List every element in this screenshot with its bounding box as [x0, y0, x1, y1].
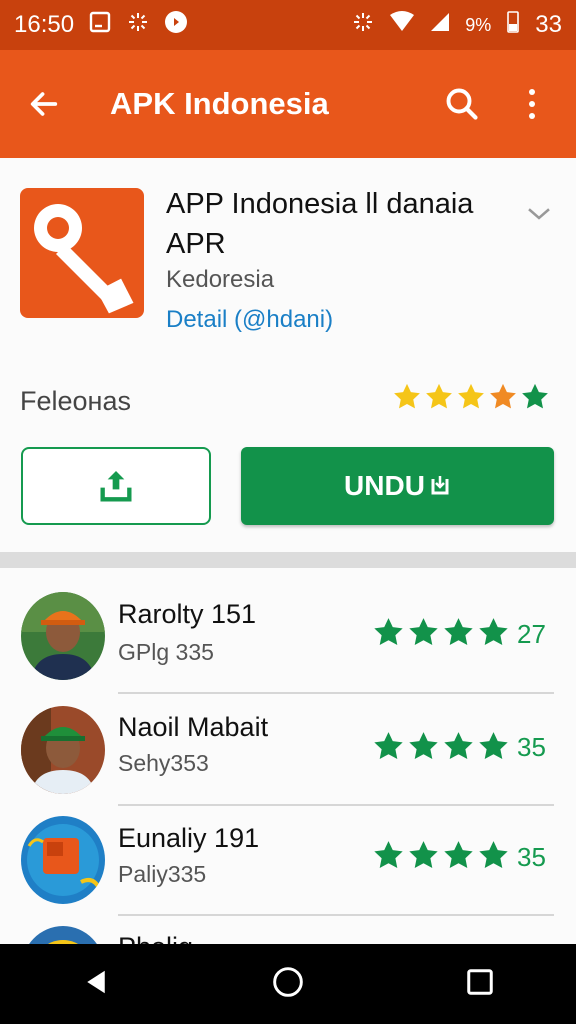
review-name: Rarolty 151 — [118, 599, 257, 629]
gallery-icon — [88, 10, 112, 41]
star-icon — [479, 618, 508, 646]
app-bar-title: APK Indonesia — [110, 86, 329, 121]
search-icon[interactable] — [438, 80, 486, 128]
app-info-card: APP Indonesia ll danaia APR Kedoresia De… — [0, 158, 576, 552]
section-divider — [0, 552, 576, 568]
app-icon — [20, 188, 144, 318]
review-stars — [372, 839, 510, 872]
chevron-down-icon[interactable] — [524, 198, 554, 233]
battery-icon — [505, 10, 521, 41]
star-icon — [458, 383, 484, 409]
wifi-icon — [389, 10, 415, 40]
review-name: Phelig — [118, 932, 193, 944]
status-bar: 16:50 9% 33 — [0, 0, 576, 50]
home-nav-icon[interactable] — [272, 966, 304, 1003]
review-stars — [372, 616, 510, 649]
review-list: Rarolty 151 GPlg 335 27 Naoil Mabait Seh… — [0, 568, 576, 944]
star-icon — [444, 841, 473, 869]
app-rating-stars — [392, 382, 550, 412]
navigation-bar — [0, 944, 576, 1024]
more-options-icon[interactable] — [508, 80, 556, 128]
review-sub: GPlg 335 — [118, 639, 214, 665]
star-icon — [409, 618, 438, 646]
media-icon — [164, 10, 188, 41]
review-count: 27 — [517, 619, 546, 649]
share-upload-icon — [100, 471, 132, 502]
avatar — [21, 706, 105, 794]
recents-nav-icon[interactable] — [465, 967, 495, 1002]
detail-link[interactable]: Detail (@hdani) — [166, 306, 333, 334]
list-item[interactable]: Rarolty 151 GPlg 335 27 — [0, 568, 576, 694]
avatar — [21, 926, 105, 944]
status-extra: 33 — [535, 11, 562, 38]
app-name: APP Indonesia ll danaia APR — [166, 188, 474, 260]
share-button[interactable] — [21, 447, 211, 525]
developer-name[interactable]: Kedoresia — [166, 266, 274, 294]
review-stars — [372, 730, 510, 763]
back-arrow-icon[interactable] — [20, 80, 68, 128]
sync-icon — [126, 10, 150, 41]
rating-label: Feleонаs — [20, 386, 131, 416]
star-icon — [522, 383, 548, 409]
battery-percent: 9% — [465, 14, 492, 35]
vibrate-icon — [351, 10, 375, 41]
review-name: Eunaliy 191 — [118, 823, 260, 853]
star-icon — [374, 732, 403, 760]
star-icon — [374, 841, 403, 869]
list-item[interactable]: Naoil Mabait Sehy353 35 — [0, 694, 576, 806]
star-icon — [444, 618, 473, 646]
status-time: 16:50 — [14, 11, 75, 38]
review-sub: Sehy353 — [118, 750, 209, 776]
star-icon — [444, 732, 473, 760]
list-item[interactable]: Eunaliy 191 Paliy335 35 — [0, 806, 576, 918]
install-button-label: UNDU — [344, 470, 425, 501]
download-icon — [431, 476, 449, 495]
signal-icon — [429, 11, 451, 40]
app-bar: APK Indonesia — [0, 50, 576, 158]
star-icon — [409, 732, 438, 760]
review-count: 35 — [517, 732, 546, 762]
review-sub: Paliy335 — [118, 861, 207, 887]
star-icon — [409, 841, 438, 869]
star-icon — [394, 383, 420, 409]
list-item[interactable]: Phelig — [0, 916, 576, 944]
star-icon — [479, 841, 508, 869]
star-icon — [479, 732, 508, 760]
install-button[interactable]: UNDU — [241, 447, 554, 525]
review-count: 35 — [517, 842, 546, 872]
review-name: Naoil Mabait — [118, 712, 269, 742]
star-icon — [426, 383, 452, 409]
star-icon — [374, 618, 403, 646]
star-icon — [490, 383, 516, 409]
avatar — [21, 592, 105, 680]
avatar — [21, 816, 105, 904]
back-nav-icon[interactable] — [81, 967, 111, 1002]
